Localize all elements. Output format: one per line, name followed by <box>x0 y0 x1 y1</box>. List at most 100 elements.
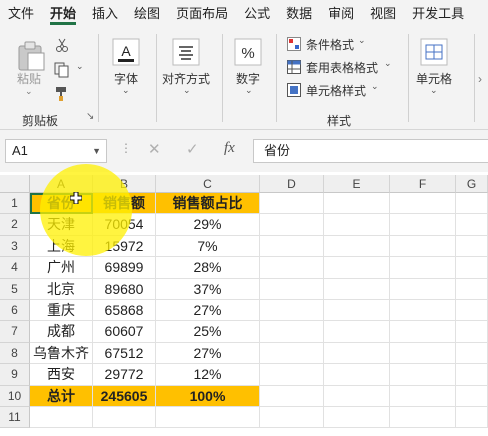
empty-cell[interactable] <box>456 257 488 279</box>
empty-cell[interactable] <box>260 193 324 215</box>
empty-cell[interactable] <box>456 364 488 386</box>
empty-cell[interactable] <box>390 407 456 429</box>
total-cell[interactable]: 245605 <box>93 385 156 407</box>
tab-draw[interactable]: 绘图 <box>126 0 168 28</box>
empty-cell[interactable] <box>260 385 324 407</box>
empty-cell[interactable] <box>390 257 456 279</box>
empty-cell[interactable] <box>260 257 324 279</box>
paste-button[interactable]: 粘贴 <box>17 70 41 87</box>
chevron-down-icon[interactable]: ⌄ <box>384 58 392 69</box>
empty-cell[interactable] <box>156 407 260 429</box>
copy-icon[interactable] <box>54 62 72 78</box>
row-header-4[interactable]: 4 <box>0 257 30 279</box>
table-cell[interactable]: 65868 <box>93 300 156 322</box>
chevron-right-icon[interactable]: › <box>478 72 482 86</box>
empty-cell[interactable] <box>324 257 390 279</box>
table-cell[interactable]: 28% <box>156 257 260 279</box>
table-cell[interactable]: 广州 <box>30 257 93 279</box>
percent-icon[interactable]: % <box>234 38 262 66</box>
total-cell[interactable]: 100% <box>156 385 260 407</box>
dialog-launcher-icon[interactable]: ↘ <box>86 111 94 122</box>
table-cell[interactable]: 89680 <box>93 278 156 300</box>
row-header-6[interactable]: 6 <box>0 300 30 322</box>
chevron-down-icon[interactable]: ⌄ <box>371 81 379 92</box>
table-cell[interactable]: 27% <box>156 300 260 322</box>
tab-page-layout[interactable]: 页面布局 <box>168 0 236 28</box>
table-cell[interactable]: 12% <box>156 364 260 386</box>
cell-style-button[interactable]: 单元格样式 <box>306 82 366 99</box>
empty-cell[interactable] <box>390 300 456 322</box>
table-cell[interactable]: 29% <box>156 214 260 236</box>
formula-input[interactable]: 省份 <box>253 139 488 163</box>
empty-cell[interactable] <box>324 235 390 258</box>
cells-dropdown-icon[interactable]: ⌄ <box>430 85 438 96</box>
column-header-b[interactable]: B <box>93 175 156 193</box>
table-cell[interactable]: 27% <box>156 342 260 365</box>
cells-icon[interactable] <box>420 38 448 66</box>
format-painter-icon[interactable] <box>55 86 71 102</box>
paste-icon[interactable] <box>16 40 46 72</box>
row-header-11[interactable]: 11 <box>0 407 30 429</box>
empty-cell[interactable] <box>260 407 324 429</box>
empty-cell[interactable] <box>324 385 390 407</box>
table-format-button[interactable]: 套用表格格式 <box>306 59 378 76</box>
empty-cell[interactable] <box>456 235 488 258</box>
empty-cell[interactable] <box>324 193 390 215</box>
empty-cell[interactable] <box>260 364 324 386</box>
alignment-icon[interactable] <box>172 38 200 66</box>
table-cell[interactable]: 西安 <box>30 364 93 386</box>
empty-cell[interactable] <box>30 407 93 429</box>
empty-cell[interactable] <box>456 321 488 343</box>
empty-cell[interactable] <box>456 193 488 215</box>
table-cell[interactable]: 北京 <box>30 278 93 300</box>
chevron-down-icon[interactable]: ▼ <box>92 140 101 162</box>
table-cell[interactable]: 乌鲁木齐 <box>30 342 93 365</box>
tab-developer[interactable]: 开发工具 <box>404 0 472 28</box>
empty-cell[interactable] <box>390 235 456 258</box>
tab-view[interactable]: 视图 <box>362 0 404 28</box>
cancel-icon[interactable]: ✕ <box>148 140 161 158</box>
empty-cell[interactable] <box>390 214 456 236</box>
empty-cell[interactable] <box>456 278 488 300</box>
tab-home[interactable]: 开始 <box>42 0 84 28</box>
row-header-7[interactable]: 7 <box>0 321 30 343</box>
number-dropdown-icon[interactable]: ⌄ <box>245 85 253 96</box>
row-header-3[interactable]: 3 <box>0 235 30 258</box>
empty-cell[interactable] <box>260 321 324 343</box>
row-header-8[interactable]: 8 <box>0 342 30 365</box>
empty-cell[interactable] <box>390 385 456 407</box>
tab-review[interactable]: 审阅 <box>320 0 362 28</box>
tab-file[interactable]: 文件 <box>0 0 42 28</box>
table-cell[interactable]: 70054 <box>93 214 156 236</box>
table-cell[interactable]: 成都 <box>30 321 93 343</box>
conditional-format-button[interactable]: 条件格式 <box>306 36 354 53</box>
empty-cell[interactable] <box>456 300 488 322</box>
row-header-2[interactable]: 2 <box>0 214 30 236</box>
font-dropdown-icon[interactable]: ⌄ <box>122 85 130 96</box>
table-cell[interactable]: 37% <box>156 278 260 300</box>
table-cell[interactable]: 69899 <box>93 257 156 279</box>
paste-dropdown-icon[interactable]: ⌄ <box>25 86 33 97</box>
table-header-cell[interactable]: 销售额占比 <box>156 193 260 215</box>
empty-cell[interactable] <box>93 407 156 429</box>
font-icon[interactable]: A <box>112 38 140 66</box>
empty-cell[interactable] <box>260 214 324 236</box>
table-header-cell[interactable]: 省份 <box>30 193 93 215</box>
cut-icon[interactable] <box>55 38 69 52</box>
empty-cell[interactable] <box>390 278 456 300</box>
table-cell[interactable]: 67512 <box>93 342 156 365</box>
empty-cell[interactable] <box>390 342 456 365</box>
column-header-d[interactable]: D <box>260 175 324 193</box>
table-cell[interactable]: 天津 <box>30 214 93 236</box>
name-box[interactable]: A1 ▼ <box>5 139 107 163</box>
empty-cell[interactable] <box>390 364 456 386</box>
row-header-1[interactable]: 1 <box>0 193 30 215</box>
row-header-9[interactable]: 9 <box>0 364 30 386</box>
table-cell[interactable]: 29772 <box>93 364 156 386</box>
empty-cell[interactable] <box>324 342 390 365</box>
table-cell[interactable]: 上海 <box>30 235 93 258</box>
empty-cell[interactable] <box>456 214 488 236</box>
column-header-a[interactable]: A <box>30 175 93 193</box>
empty-cell[interactable] <box>324 278 390 300</box>
empty-cell[interactable] <box>324 321 390 343</box>
